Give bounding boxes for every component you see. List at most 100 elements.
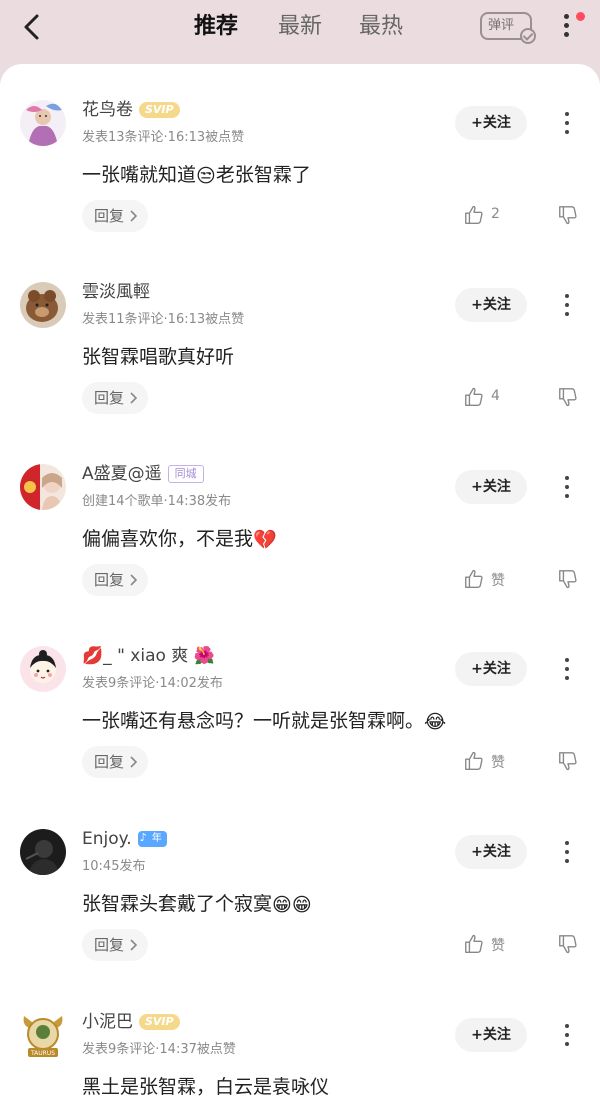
comment-text-part: 张智霖唱歌真好听 [82,346,235,368]
username-text: 小泥巴 [82,1012,133,1032]
like-count: 赞 [491,755,505,771]
comment-item: 雲淡風輕 发表11条评论·16:13被点赞 张智霖唱歌真好听 +关注 回复 4 [0,246,600,428]
follow-button[interactable]: +关注 [455,288,527,322]
thumbs-down-icon[interactable] [557,933,579,955]
svip-badge: SVIP [139,1014,180,1030]
comment-meta: 发表11条评论·16:13被点赞 [82,312,245,327]
comment-text: 黑土是张智霖，白云是袁咏仪 [82,1072,329,1102]
more-options-icon[interactable] [561,1024,573,1048]
like-count: 2 [491,206,500,222]
tab-recommend[interactable]: 推荐 [194,10,238,44]
comment-text-part: 黑土是张智霖，白云是袁咏仪 [82,1076,330,1098]
chevron-right-icon [130,392,138,404]
username[interactable]: 雲淡風輕 [82,281,150,303]
reply-button[interactable]: 回复 [82,382,148,414]
danmu-label: 弹评 [488,18,515,33]
tab-latest[interactable]: 最新 [278,10,322,44]
comment-meta: 发表13条评论·16:13被点赞 [82,130,245,145]
thumbs-up-icon [465,934,483,953]
comment-meta: 创建14个歌单·14:38发布 [82,494,232,509]
unamused-emoji-icon: 😒 [196,164,216,187]
reply-label: 回复 [94,936,125,954]
comment-text: 一张嘴还有悬念吗？一听就是张智霖啊。😂 [82,706,446,737]
laughing-emoji-icon: 😂 [424,710,447,733]
more-options-icon[interactable] [561,658,573,682]
username[interactable]: 💋_ " xiao 爽 🌺 [82,645,215,667]
comment-text: 张智霖唱歌真好听 [82,342,234,372]
comment-item: A盛夏@遥 同城 创建14个歌单·14:38发布 偏偏喜欢你，不是我💔 +关注 回… [0,428,600,610]
more-options-icon[interactable] [561,294,573,318]
more-options-icon[interactable] [556,14,576,40]
comment-text: 偏偏喜欢你，不是我💔 [82,524,277,555]
like-count: 赞 [491,573,505,589]
thumbs-up-icon [465,205,483,224]
username-text: 花鸟卷 [82,100,133,120]
avatar[interactable] [20,100,66,146]
same-city-badge: 同城 [167,465,204,483]
username-text: 雲淡風輕 [82,282,150,302]
reply-button[interactable]: 回复 [82,564,148,596]
username[interactable]: Enjoy. 年 [82,828,167,850]
comment-text: 张智霖头套戴了个寂寞😁😁 [82,889,312,920]
comment-text: 一张嘴就知道😒老张智霖了 [82,160,311,191]
avatar[interactable] [20,464,66,510]
avatar[interactable] [20,282,66,328]
username[interactable]: A盛夏@遥 同城 [82,463,204,485]
follow-button[interactable]: +关注 [455,1018,527,1052]
comment-item: 花鸟卷 SVIP 发表13条评论·16:13被点赞 一张嘴就知道😒老张智霖了 +关… [0,64,600,246]
comment-meta: 发表9条评论·14:02发布 [82,676,223,691]
music-year-badge: 年 [137,830,167,847]
check-icon [520,28,536,44]
comment-text-part: 一张嘴还有悬念吗？一听就是张智霖啊。 [82,710,425,732]
username-text: 💋_ " xiao 爽 🌺 [82,646,215,666]
tab-hottest[interactable]: 最热 [359,10,403,44]
danmu-toggle-button[interactable]: 弹评 [480,12,536,44]
comment-panel: 花鸟卷 SVIP 发表13条评论·16:13被点赞 一张嘴就知道😒老张智霖了 +关… [0,64,600,1111]
comment-text-part: 一张嘴就知道 [82,164,197,186]
reply-button[interactable]: 回复 [82,746,148,778]
follow-button[interactable]: +关注 [455,106,527,140]
thumbs-down-icon[interactable] [557,386,579,408]
comment-text-part: 老张智霖了 [215,164,311,186]
follow-button[interactable]: +关注 [455,470,527,504]
more-options-icon[interactable] [561,841,573,865]
thumbs-up-icon [465,569,483,588]
reply-label: 回复 [94,207,125,225]
reply-label: 回复 [94,389,125,407]
grinning-emoji-icon: 😁😁 [272,893,312,916]
comment-item: TAURUS 小泥巴 SVIP 发表9条评论·14:37被点赞 黑土是张智霖，白云… [0,976,600,1111]
username-text: A盛夏@遥 [82,464,162,484]
more-options-icon[interactable] [561,476,573,500]
reply-label: 回复 [94,753,125,771]
more-options-icon[interactable] [561,112,573,136]
thumbs-up-icon [465,751,483,770]
reply-button[interactable]: 回复 [82,929,148,961]
broken-heart-emoji-icon: 💔 [253,528,277,551]
avatar[interactable]: TAURUS [20,1012,66,1058]
svip-badge: SVIP [139,102,180,118]
thumbs-up-icon [465,387,483,406]
follow-button[interactable]: +关注 [455,835,527,869]
avatar[interactable] [20,829,66,875]
chevron-right-icon [130,574,138,586]
username[interactable]: 花鸟卷 SVIP [82,99,180,121]
avatar[interactable] [20,646,66,692]
thumbs-down-icon[interactable] [557,568,579,590]
username[interactable]: 小泥巴 SVIP [82,1011,180,1033]
comment-meta: 10:45发布 [82,859,146,874]
username-text: Enjoy. [82,829,132,849]
comment-item: Enjoy. 年 10:45发布 张智霖头套戴了个寂寞😁😁 +关注 回复 赞 [0,793,600,975]
comment-text-part: 偏偏喜欢你，不是我 [82,528,254,550]
notification-dot [576,12,585,21]
comment-meta: 发表9条评论·14:37被点赞 [82,1042,236,1057]
chevron-right-icon [130,210,138,222]
thumbs-down-icon[interactable] [557,750,579,772]
comment-text-part: 张智霖头套戴了个寂寞 [82,893,273,915]
chevron-right-icon [130,756,138,768]
top-bar: 推荐 最新 最热 弹评 [0,0,600,60]
chevron-right-icon [130,939,138,951]
follow-button[interactable]: +关注 [455,652,527,686]
reply-button[interactable]: 回复 [82,200,148,232]
comment-item: 💋_ " xiao 爽 🌺 发表9条评论·14:02发布 一张嘴还有悬念吗？一听… [0,610,600,792]
thumbs-down-icon[interactable] [557,204,579,226]
